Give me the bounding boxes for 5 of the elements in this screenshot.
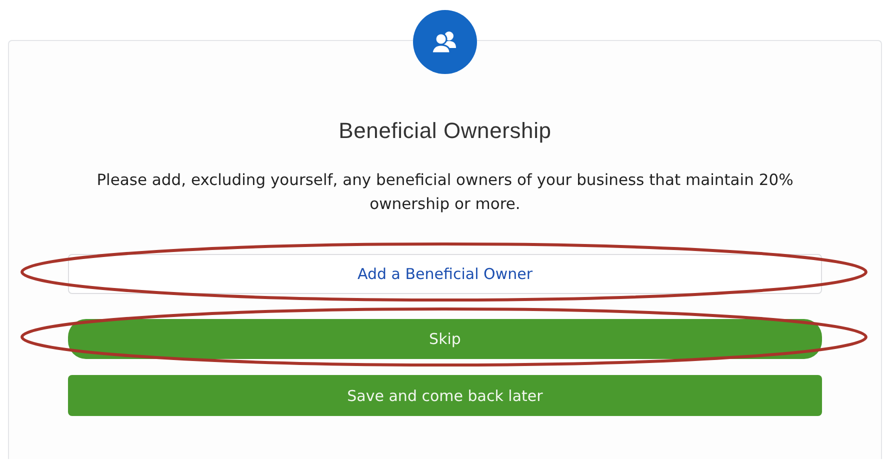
description-text: Please add, excluding yourself, any beneficial owners of your business that maintain 20% ownership or more. [96,170,794,215]
add-owner-button[interactable]: Add a Beneficial Owner [68,254,822,294]
save-later-button[interactable]: Save and come back later [68,375,822,416]
page-title: Beneficial Ownership [338,118,552,144]
skip-button[interactable]: Skip [68,319,822,359]
